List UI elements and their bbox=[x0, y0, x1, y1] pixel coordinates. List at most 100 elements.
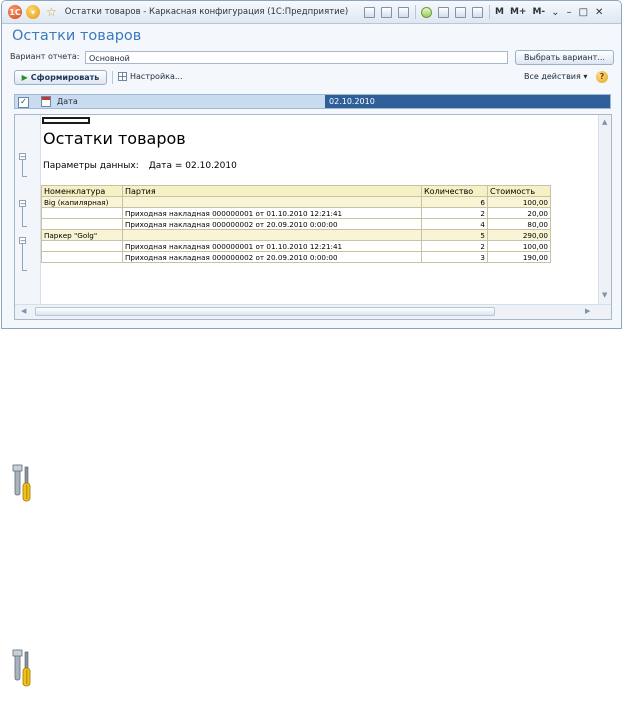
calculator-icon[interactable] bbox=[455, 6, 466, 18]
add-favorite-icon[interactable] bbox=[421, 6, 432, 18]
outline-line bbox=[22, 207, 23, 226]
memory-button[interactable]: M bbox=[495, 7, 504, 17]
outline-line bbox=[22, 160, 23, 176]
favorite-star-icon[interactable]: ☆ bbox=[46, 5, 57, 19]
cost-cell: 80,00 bbox=[487, 218, 551, 230]
batch-cell: Приходная накладная 000000001 от 01.10.2… bbox=[122, 240, 422, 252]
scroll-left-icon[interactable]: ◀ bbox=[21, 307, 26, 315]
scroll-down-icon[interactable]: ▼ bbox=[602, 291, 607, 299]
form-heading: Остатки товаров bbox=[12, 28, 142, 44]
title-bar: 1С ▾ ☆ Остатки товаров - Каркасная конфи… bbox=[2, 1, 621, 24]
batch-cell bbox=[122, 196, 422, 208]
item-cell: Big (капилярная) bbox=[41, 196, 123, 208]
scroll-right-icon[interactable]: ▶ bbox=[585, 307, 590, 315]
generate-button[interactable]: ▶ Сформировать bbox=[14, 70, 107, 85]
batch-cell: Приходная накладная 000000002 от 20.09.2… bbox=[122, 218, 422, 230]
outline-tick bbox=[22, 270, 27, 271]
report-spreadsheet[interactable]: − − − Остатки товаров Параметры данных: … bbox=[14, 114, 612, 320]
table-row[interactable]: Big (капилярная) 6 100,00 bbox=[41, 196, 551, 208]
report-title: Остатки товаров bbox=[43, 129, 186, 148]
batch-cell bbox=[122, 229, 422, 241]
outline-line bbox=[22, 244, 23, 270]
variant-field[interactable]: Основной bbox=[85, 51, 508, 64]
chevron-down-icon[interactable]: ⌄ bbox=[551, 7, 559, 18]
cost-cell: 100,00 bbox=[487, 240, 551, 252]
all-actions-menu[interactable]: Все действия ▾ bbox=[524, 72, 587, 81]
qty-cell: 6 bbox=[421, 196, 488, 208]
save-icon[interactable] bbox=[364, 6, 375, 18]
title-toolbar: M M+ M- ⌄ – □ ✕ bbox=[364, 1, 610, 23]
table-row[interactable]: Приходная накладная 000000001 от 01.10.2… bbox=[41, 207, 551, 219]
help-button[interactable]: ? bbox=[596, 71, 608, 83]
selected-cell[interactable] bbox=[42, 117, 90, 124]
cost-cell: 20,00 bbox=[487, 207, 551, 219]
table-row[interactable]: Приходная накладная 000000002 от 20.09.2… bbox=[41, 218, 551, 230]
item-cell bbox=[41, 251, 123, 263]
report-window: 1С ▾ ☆ Остатки товаров - Каркасная конфи… bbox=[1, 0, 622, 329]
item-cell bbox=[41, 240, 123, 252]
parameter-checkbox[interactable]: ✓ bbox=[18, 97, 29, 108]
vertical-scrollbar[interactable]: ▲ ▼ bbox=[598, 115, 611, 305]
outline-tick bbox=[22, 226, 27, 227]
variant-row: Вариант отчета: bbox=[10, 52, 79, 61]
calendar-icon[interactable] bbox=[472, 6, 483, 18]
toolbar-separator bbox=[415, 5, 416, 19]
collapse-group-icon[interactable]: − bbox=[19, 237, 26, 245]
memory-plus-button[interactable]: M+ bbox=[510, 7, 527, 17]
tools-icon bbox=[12, 464, 31, 502]
report-table: Номенклатура Партия Количество Стоимость… bbox=[41, 185, 551, 263]
choose-variant-button[interactable]: Выбрать вариант... bbox=[515, 50, 614, 65]
table-row[interactable]: Приходная накладная 000000001 от 01.10.2… bbox=[41, 240, 551, 252]
item-cell bbox=[41, 218, 123, 230]
collapse-group-icon[interactable]: − bbox=[19, 200, 26, 208]
qty-cell: 2 bbox=[421, 240, 488, 252]
column-header: Количество bbox=[421, 185, 488, 197]
app-logo-icon[interactable]: 1С bbox=[8, 5, 22, 19]
close-icon[interactable]: ✕ bbox=[595, 7, 603, 18]
horizontal-scroll-thumb[interactable] bbox=[35, 307, 495, 316]
cost-cell: 100,00 bbox=[487, 196, 551, 208]
column-header: Стоимость bbox=[487, 185, 551, 197]
settings-grid-icon bbox=[118, 72, 127, 81]
link-icon[interactable] bbox=[438, 6, 449, 18]
window-title: Остатки товаров - Каркасная конфигурация… bbox=[64, 7, 349, 17]
minimize-icon[interactable]: – bbox=[567, 7, 572, 18]
scroll-up-icon[interactable]: ▲ bbox=[602, 118, 607, 126]
calendar-icon bbox=[41, 96, 51, 107]
item-cell bbox=[41, 207, 123, 219]
cost-cell: 190,00 bbox=[487, 251, 551, 263]
column-header: Партия bbox=[122, 185, 422, 197]
toolbar-separator bbox=[112, 71, 113, 84]
parameter-name: Дата bbox=[57, 97, 78, 106]
column-header: Номенклатура bbox=[41, 185, 123, 197]
parameter-value[interactable]: 02.10.2010 bbox=[325, 95, 610, 108]
table-row[interactable]: Приходная накладная 000000002 от 20.09.2… bbox=[41, 251, 551, 263]
collapse-report-icon[interactable]: − bbox=[19, 153, 26, 161]
report-params: Параметры данных: Дата = 02.10.2010 bbox=[43, 161, 237, 171]
maximize-icon[interactable]: □ bbox=[579, 7, 588, 18]
variant-label: Вариант отчета: bbox=[10, 52, 80, 61]
qty-cell: 3 bbox=[421, 251, 488, 263]
report-params-label: Параметры данных: bbox=[43, 161, 139, 171]
tools-icon bbox=[12, 649, 31, 687]
print-icon[interactable] bbox=[381, 6, 392, 18]
item-cell: Паркер "Golg" bbox=[41, 229, 123, 241]
preview-icon[interactable] bbox=[398, 6, 409, 18]
grouping-outline: − − − bbox=[15, 115, 41, 305]
parameter-row[interactable]: ✓ Дата 02.10.2010 bbox=[14, 94, 611, 109]
generate-label: Сформировать bbox=[30, 73, 100, 82]
horizontal-scrollbar[interactable]: ◀ ▶ bbox=[15, 304, 611, 319]
qty-cell: 5 bbox=[421, 229, 488, 241]
cost-cell: 290,00 bbox=[487, 229, 551, 241]
main-menu-icon[interactable]: ▾ bbox=[26, 5, 40, 19]
memory-minus-button[interactable]: M- bbox=[532, 7, 545, 17]
dropdown-arrow-icon: ▾ bbox=[583, 72, 588, 81]
report-params-value: Дата = 02.10.2010 bbox=[148, 161, 237, 171]
batch-cell: Приходная накладная 000000001 от 01.10.2… bbox=[122, 207, 422, 219]
batch-cell: Приходная накладная 000000002 от 20.09.2… bbox=[122, 251, 422, 263]
settings-button[interactable]: Настройка... bbox=[118, 72, 183, 81]
all-actions-label: Все действия bbox=[524, 72, 581, 81]
settings-label: Настройка... bbox=[130, 72, 183, 81]
play-icon: ▶ bbox=[21, 73, 28, 82]
table-row[interactable]: Паркер "Golg" 5 290,00 bbox=[41, 229, 551, 241]
